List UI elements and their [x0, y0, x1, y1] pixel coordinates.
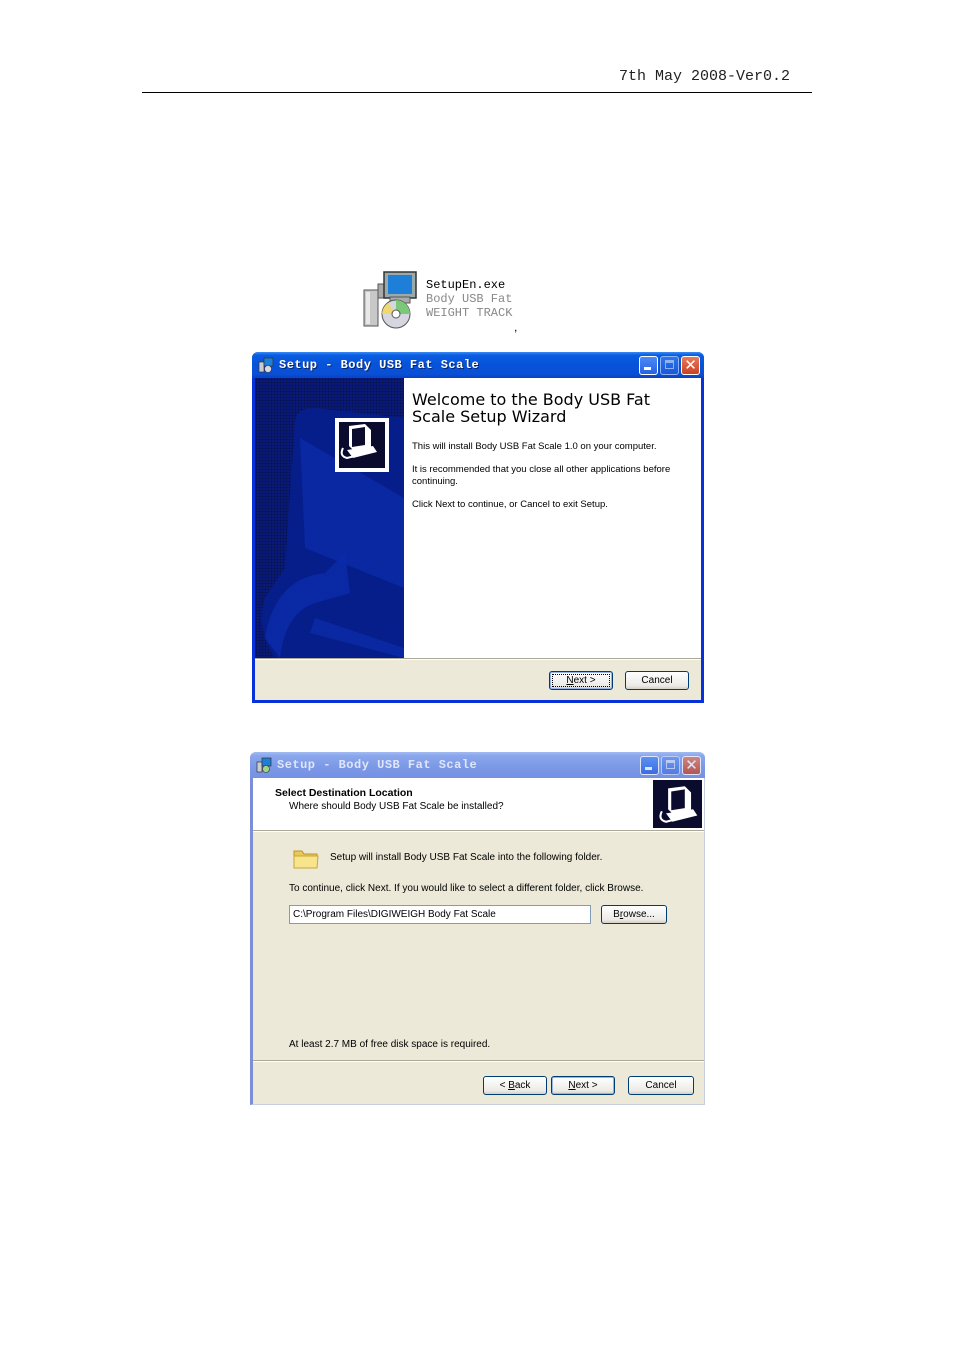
- document-header-version: 7th May 2008-Ver0.2: [618, 68, 790, 85]
- exe-filename: SetupEn.exe: [426, 278, 506, 292]
- browse-button[interactable]: Browse...: [601, 905, 667, 924]
- trailing-comma: ,: [514, 320, 518, 334]
- install-info-text: This will install Body USB Fat Scale 1.0…: [412, 441, 657, 452]
- minimize-button[interactable]: [640, 756, 659, 775]
- back-button[interactable]: < Back: [483, 1076, 547, 1095]
- setup-welcome-window: Setup - Body USB Fat Scale ✕ Welcome to …: [252, 352, 704, 703]
- page-title: Select Destination Location: [275, 787, 413, 799]
- setup-destination-window: Setup - Body USB Fat Scale ✕ Select Dest…: [250, 752, 705, 1105]
- maximize-button: [660, 356, 679, 375]
- title-bar[interactable]: Setup - Body USB Fat Scale ✕: [250, 752, 705, 778]
- header-rule: [142, 92, 812, 93]
- wizard-logo: [653, 780, 702, 828]
- wizard-side-banner: [255, 378, 404, 658]
- maximize-button: [661, 756, 680, 775]
- next-button[interactable]: Next >: [549, 671, 613, 690]
- install-folder-message: Setup will install Body USB Fat Scale in…: [330, 852, 603, 863]
- exe-description-2: WEIGHT TRACK: [426, 306, 513, 320]
- folder-icon: [293, 850, 319, 869]
- browse-label-rest: owse...: [623, 909, 655, 920]
- minimize-icon: [644, 367, 651, 370]
- setup-exe-file[interactable]: SetupEn.exe Body USB Fat WEIGHT TRACK ,: [362, 270, 532, 336]
- wizard-logo: [335, 418, 389, 472]
- minimize-icon: [645, 767, 652, 770]
- close-button[interactable]: ✕: [681, 356, 700, 375]
- back-mnemonic: B: [508, 1080, 515, 1091]
- browse-label-start: B: [613, 909, 620, 920]
- footer-separator: [253, 1060, 704, 1062]
- browse-instruction: To continue, click Next. If you would li…: [289, 883, 644, 894]
- window-title: Setup - Body USB Fat Scale: [277, 758, 478, 772]
- window-title: Setup - Body USB Fat Scale: [279, 358, 480, 372]
- maximize-icon: [666, 760, 675, 769]
- setup-app-icon: [258, 357, 274, 373]
- maximize-icon: [665, 360, 674, 369]
- next-label: ext >: [575, 1080, 598, 1091]
- header-separator: [253, 830, 704, 832]
- setup-app-icon: [256, 757, 272, 773]
- close-icon: ✕: [684, 356, 697, 374]
- cancel-button[interactable]: Cancel: [625, 671, 689, 690]
- wizard-content: Welcome to the Body USB Fat Scale Setup …: [404, 378, 701, 658]
- setup-installer-icon: [363, 271, 417, 329]
- cancel-button[interactable]: Cancel: [628, 1076, 694, 1095]
- next-button[interactable]: Next >: [551, 1076, 615, 1095]
- focus-ring: [552, 674, 610, 687]
- welcome-heading: Welcome to the Body USB Fat Scale Setup …: [412, 390, 650, 426]
- close-apps-recommendation: It is recommended that you close all oth…: [412, 464, 671, 487]
- minimize-button[interactable]: [639, 356, 658, 375]
- install-path-input[interactable]: [289, 905, 591, 924]
- next-mnemonic: N: [568, 1080, 576, 1091]
- computer-install-icon: [659, 786, 698, 823]
- back-label-start: <: [499, 1080, 509, 1091]
- back-label-rest: ack: [514, 1080, 531, 1091]
- computer-install-icon: [340, 424, 377, 460]
- title-bar[interactable]: Setup - Body USB Fat Scale ✕: [252, 352, 704, 378]
- close-icon: ✕: [685, 756, 698, 774]
- close-button[interactable]: ✕: [682, 756, 701, 775]
- footer-separator: [255, 658, 701, 660]
- continue-instruction: Click Next to continue, or Cancel to exi…: [412, 499, 608, 510]
- exe-description-1: Body USB Fat: [426, 292, 513, 306]
- page-subtitle: Where should Body USB Fat Scale be insta…: [289, 801, 504, 812]
- wizard-page-header: Select Destination Location Where should…: [253, 778, 704, 830]
- disk-space-requirement: At least 2.7 MB of free disk space is re…: [289, 1039, 491, 1050]
